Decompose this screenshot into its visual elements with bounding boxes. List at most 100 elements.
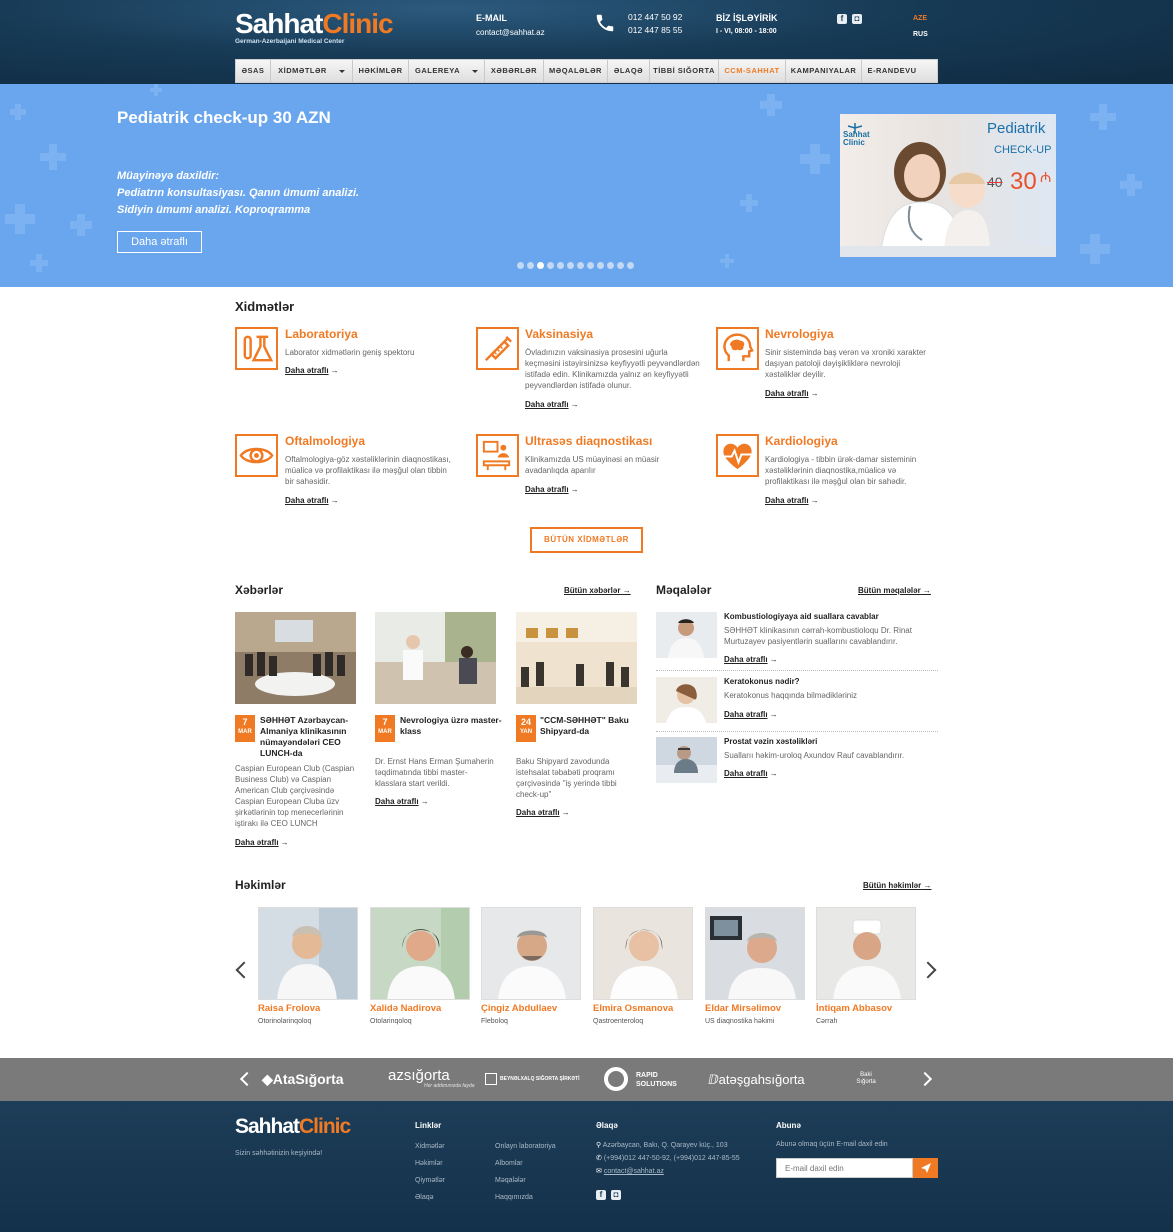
article-title[interactable]: Prostat vəzin xəstəlikləri xyxy=(724,737,817,746)
service-more-link[interactable]: Daha ətraflı → xyxy=(285,496,339,505)
footer-link[interactable]: Albomlar xyxy=(495,1160,523,1167)
service-more-link[interactable]: Daha ətraflı → xyxy=(525,485,579,494)
instagram-icon[interactable]: ◘ xyxy=(611,1190,621,1200)
facebook-icon[interactable]: f xyxy=(596,1190,606,1200)
logo[interactable]: SahhatClinic xyxy=(235,8,394,40)
footer-logo[interactable]: SahhatClinic xyxy=(235,1115,351,1139)
nav-item-galereya[interactable]: GALEREYA xyxy=(409,60,485,82)
all-services-button[interactable]: BÜTÜN XİDMƏTLƏR xyxy=(530,527,643,553)
nav-item-xeberler[interactable]: XƏBƏRLƏR xyxy=(485,60,544,82)
doctor-name[interactable]: Xalidə Nadirova xyxy=(370,1003,441,1014)
service-title[interactable]: Ultrasəs diaqnostikası xyxy=(525,434,652,448)
chevron-right-icon[interactable] xyxy=(917,1071,933,1087)
chevron-right-icon[interactable] xyxy=(919,961,937,979)
footer-link[interactable]: Əlaqə xyxy=(415,1194,434,1201)
footer-link[interactable]: Məqalələr xyxy=(495,1177,526,1184)
subscribe-send-button[interactable] xyxy=(913,1158,938,1178)
footer-link[interactable]: Haqqımızda xyxy=(495,1194,533,1201)
doctor-name[interactable]: İntiqam Abbasov xyxy=(816,1003,892,1014)
partner-logo[interactable]: azsığorta xyxy=(388,1058,450,1101)
article-more-link[interactable]: Daha ətraflı → xyxy=(724,655,778,664)
doctor-name[interactable]: Elmira Osmanova xyxy=(593,1003,673,1014)
news-more-link[interactable]: Daha ətraflı → xyxy=(516,808,570,817)
nav-item-elaqe[interactable]: ƏLAQƏ xyxy=(608,60,650,82)
news-more-link[interactable]: Daha ətraflı → xyxy=(235,838,289,847)
slider-dot[interactable] xyxy=(557,262,564,269)
service-title[interactable]: Oftalmologiya xyxy=(285,434,365,448)
all-articles-link[interactable]: Bütün məqalələr → xyxy=(858,586,931,595)
partner-logo[interactable]: ⅅatəşgahsığorta xyxy=(708,1058,805,1101)
slider-dot[interactable] xyxy=(597,262,604,269)
service-more-link[interactable]: Daha ətraflı → xyxy=(765,389,819,398)
doctor-name[interactable]: Çingiz Abdullaev xyxy=(481,1003,557,1014)
news-item-title[interactable]: "CCM-SƏHHƏT" Baku Shipyard-da xyxy=(540,715,629,737)
email-link[interactable]: contact@sahhat.az xyxy=(476,28,545,37)
slider-dot[interactable] xyxy=(527,262,534,269)
partner-logo[interactable]: Baki Sığorta xyxy=(852,1058,880,1101)
phone-2[interactable]: 012 447 85 55 xyxy=(628,25,682,35)
service-title[interactable]: Laboratoriya xyxy=(285,327,358,341)
chevron-left-icon[interactable] xyxy=(235,961,253,979)
article-title[interactable]: Kombustiologiyaya aid suallara cavablar xyxy=(724,612,879,621)
service-more-link[interactable]: Daha ətraflı → xyxy=(525,400,579,409)
doctor-photo[interactable] xyxy=(258,907,358,1000)
service-title[interactable]: Vaksinasiya xyxy=(525,327,593,341)
service-more-link[interactable]: Daha ətraflı → xyxy=(285,366,339,375)
subscribe-email-input[interactable] xyxy=(776,1158,913,1178)
news-image[interactable] xyxy=(235,612,356,704)
service-title[interactable]: Nevrologiya xyxy=(765,327,834,341)
partner-logo[interactable]: BEYNƏLXALQ SIĞORTA ŞİRKƏTİ xyxy=(485,1058,580,1101)
slider-dot[interactable] xyxy=(607,262,614,269)
doctor-photo[interactable] xyxy=(370,907,470,1000)
service-more-link[interactable]: Daha ətraflı → xyxy=(765,496,819,505)
slider-dot[interactable] xyxy=(537,262,544,269)
slider-dot[interactable] xyxy=(617,262,624,269)
nav-item-tibbi-sigorta[interactable]: TİBBİ SIĞORTA xyxy=(650,60,719,82)
instagram-icon[interactable]: ◘ xyxy=(852,14,862,24)
slider-dot[interactable] xyxy=(577,262,584,269)
doctor-photo[interactable] xyxy=(481,907,581,1000)
nav-item-meqaleler[interactable]: MƏQALƏLƏR xyxy=(544,60,608,82)
facebook-icon[interactable]: f xyxy=(837,14,847,24)
lang-rus[interactable]: RUS xyxy=(913,31,928,38)
service-title[interactable]: Kardiologiya xyxy=(765,434,838,448)
footer-link[interactable]: Onlayn laboratoriya xyxy=(495,1143,556,1150)
news-image[interactable] xyxy=(375,612,496,704)
footer-email[interactable]: ✉ contact@sahhat.az xyxy=(596,1167,664,1175)
doctor-name[interactable]: Eldar Mirsəlimov xyxy=(705,1003,781,1014)
partner-logo[interactable]: RAPID SOLUTIONS xyxy=(604,1058,677,1101)
chevron-left-icon[interactable] xyxy=(239,1071,255,1087)
footer-link[interactable]: Xidmətlər xyxy=(415,1143,445,1150)
slider-dot[interactable] xyxy=(587,262,594,269)
nav-item-e-randevu[interactable]: E-RANDEVU xyxy=(862,60,922,82)
footer-link[interactable]: Həkimlər xyxy=(415,1160,443,1167)
slider-dot[interactable] xyxy=(627,262,634,269)
banner-more-button[interactable]: Daha ətraflı xyxy=(117,231,202,253)
slider-dot[interactable] xyxy=(547,262,554,269)
article-image[interactable] xyxy=(656,677,717,723)
nav-item-esas[interactable]: ƏSAS xyxy=(236,60,271,82)
doctor-name[interactable]: Raisa Frolova xyxy=(258,1003,320,1014)
all-news-link[interactable]: Bütün xəbərlər → xyxy=(564,586,631,595)
nav-item-ccm-sahhat[interactable]: CCM-SAHHAT xyxy=(719,60,786,82)
article-image[interactable] xyxy=(656,737,717,783)
article-image[interactable] xyxy=(656,612,717,658)
article-more-link[interactable]: Daha ətraflı → xyxy=(724,710,778,719)
slider-dot[interactable] xyxy=(567,262,574,269)
all-doctors-link[interactable]: Bütün həkimlər → xyxy=(863,881,931,890)
news-image[interactable] xyxy=(516,612,637,704)
doctor-photo[interactable] xyxy=(593,907,693,1000)
news-item-title[interactable]: SƏHHƏT Azərbaycan- Almaniya klinikasının n… xyxy=(260,715,348,759)
article-title[interactable]: Keratokonus nədir? xyxy=(724,677,800,686)
nav-item-xidmetler[interactable]: XİDMƏTLƏR xyxy=(271,60,353,82)
slider-dot[interactable] xyxy=(517,262,524,269)
footer-link[interactable]: Qiymətlər xyxy=(415,1177,445,1184)
doctor-photo[interactable] xyxy=(816,907,916,1000)
news-item-title[interactable]: Nevrologiya üzrə master-klass xyxy=(400,715,502,737)
news-more-link[interactable]: Daha ətraflı → xyxy=(375,797,429,806)
nav-item-kampaniyalar[interactable]: KAMPANIYALAR xyxy=(786,60,862,82)
article-more-link[interactable]: Daha ətraflı → xyxy=(724,769,778,778)
doctor-photo[interactable] xyxy=(705,907,805,1000)
phone-1[interactable]: 012 447 50 92 xyxy=(628,12,682,22)
lang-aze[interactable]: AZE xyxy=(913,15,927,22)
